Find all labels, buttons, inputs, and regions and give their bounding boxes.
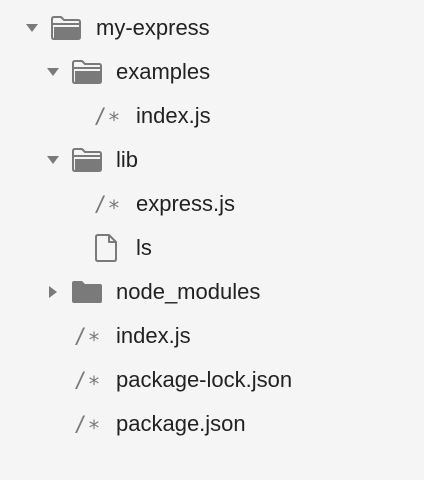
tree-item-examples[interactable]: examples [0,52,424,92]
tree-item-label: package.json [116,411,246,436]
tree-item-lib[interactable]: lib [0,140,424,180]
file-tree: my-express examples /∗ index.js lib /∗ e [0,0,424,480]
tree-item-lib-ls[interactable]: ls [0,228,424,268]
tree-item-label: ls [136,235,152,260]
tree-item-label: express.js [136,191,236,216]
tree-item-label: package-lock.json [116,367,293,392]
code-file-icon: /∗ [74,412,102,436]
tree-item-label: index.js [136,103,211,128]
tree-item-label: lib [116,147,139,172]
tree-item-package-json[interactable]: /∗ package.json [0,404,424,444]
code-file-icon: /∗ [94,192,122,216]
tree-item-examples-index-js[interactable]: /∗ index.js [0,96,424,136]
closed-folder-icon [72,281,102,303]
tree-item-label: node_modules [116,279,261,304]
code-file-icon: /∗ [74,324,102,348]
tree-item-label: my-express [96,15,210,40]
chevron-down-icon[interactable] [24,20,40,36]
open-folder-icon [72,60,102,84]
open-folder-icon [51,16,81,40]
chevron-right-icon[interactable] [45,284,61,300]
chevron-down-icon[interactable] [45,152,61,168]
tree-item-lib-express-js[interactable]: /∗ express.js [0,184,424,224]
code-file-icon: /∗ [94,104,122,128]
open-folder-icon [72,148,102,172]
tree-item-label: examples [116,59,211,84]
code-file-icon: /∗ [74,368,102,392]
tree-item-my-express[interactable]: my-express [0,8,424,48]
tree-item-label: index.js [116,323,191,348]
tree-item-package-lock-json[interactable]: /∗ package-lock.json [0,360,424,400]
tree-item-node-modules[interactable]: node_modules [0,272,424,312]
document-file-icon [95,234,117,262]
chevron-down-icon[interactable] [45,64,61,80]
tree-item-index-js[interactable]: /∗ index.js [0,316,424,356]
